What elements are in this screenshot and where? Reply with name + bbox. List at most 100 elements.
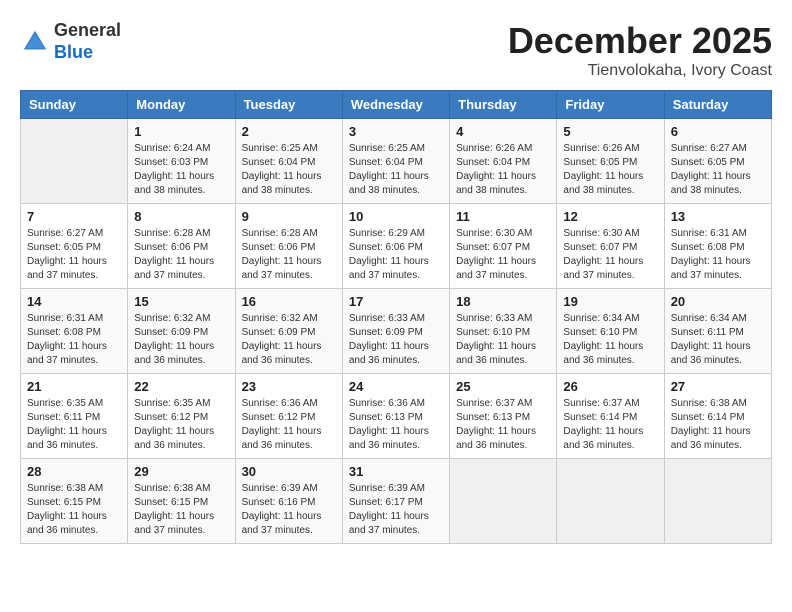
calendar-cell: 8Sunrise: 6:28 AM Sunset: 6:06 PM Daylig… [128, 204, 235, 289]
day-number: 14 [27, 294, 121, 309]
calendar-cell: 5Sunrise: 6:26 AM Sunset: 6:05 PM Daylig… [557, 119, 664, 204]
calendar-cell: 6 Sunrise: 6:27 AM Sunset: 6:05 PM Daylig… [664, 119, 771, 204]
day-number: 25 [456, 379, 550, 394]
calendar-cell: 23 Sunrise: 6:36 AM Sunset: 6:12 PM Dayli… [235, 374, 342, 459]
day-number: 18 [456, 294, 550, 309]
calendar-cell: 24 Sunrise: 6:36 AM Sunset: 6:13 PM Dayli… [342, 374, 449, 459]
day-number: 23 [242, 379, 336, 394]
day-info: Sunrise: 6:31 AM Sunset: 6:08 PM Dayligh… [27, 312, 121, 368]
calendar-cell: 10 Sunrise: 6:29 AM Sunset: 6:06 PM Dayli… [342, 204, 449, 289]
month-title: December 2025 [508, 20, 772, 62]
day-info: Sunrise: 6:24 AM Sunset: 6:03 PM Dayligh… [134, 142, 228, 198]
calendar-cell: 30 Sunrise: 6:39 AM Sunset: 6:16 PM Dayli… [235, 459, 342, 544]
day-info: Sunrise: 6:35 AM Sunset: 6:11 PM Dayligh… [27, 397, 121, 453]
calendar-cell [664, 459, 771, 544]
calendar-cell: 31 Sunrise: 6:39 AM Sunset: 6:17 PM Dayli… [342, 459, 449, 544]
calendar-cell: 1 Sunrise: 6:24 AM Sunset: 6:03 PM Daylig… [128, 119, 235, 204]
day-number: 16 [242, 294, 336, 309]
day-number: 19 [563, 294, 657, 309]
day-info: Sunrise: 6:37 AM Sunset: 6:14 PM Dayligh… [563, 397, 657, 453]
calendar-week-row: 21 Sunrise: 6:35 AM Sunset: 6:11 PM Dayli… [21, 374, 772, 459]
weekday-header-cell: Sunday [21, 91, 128, 119]
location-title: Tienvolokaha, Ivory Coast [508, 62, 772, 80]
day-info: Sunrise: 6:38 AM Sunset: 6:15 PM Dayligh… [27, 482, 121, 538]
day-number: 20 [671, 294, 765, 309]
day-info: Sunrise: 6:33 AM Sunset: 6:09 PM Dayligh… [349, 312, 443, 368]
day-info: Sunrise: 6:30 AM Sunset: 6:07 PM Dayligh… [563, 227, 657, 283]
day-number: 12 [563, 209, 657, 224]
calendar-cell: 21 Sunrise: 6:35 AM Sunset: 6:11 PM Dayli… [21, 374, 128, 459]
day-number: 21 [27, 379, 121, 394]
calendar-cell: 16 Sunrise: 6:32 AM Sunset: 6:09 PM Dayli… [235, 289, 342, 374]
day-number: 11 [456, 209, 550, 224]
day-info: Sunrise: 6:35 AM Sunset: 6:12 PM Dayligh… [134, 397, 228, 453]
day-number: 6 [671, 124, 765, 139]
day-info: Sunrise: 6:39 AM Sunset: 6:17 PM Dayligh… [349, 482, 443, 538]
calendar-cell: 22 Sunrise: 6:35 AM Sunset: 6:12 PM Dayli… [128, 374, 235, 459]
calendar-week-row: 28Sunrise: 6:38 AM Sunset: 6:15 PM Dayli… [21, 459, 772, 544]
calendar-cell: 4Sunrise: 6:26 AM Sunset: 6:04 PM Daylig… [450, 119, 557, 204]
day-number: 31 [349, 464, 443, 479]
day-info: Sunrise: 6:28 AM Sunset: 6:06 PM Dayligh… [134, 227, 228, 283]
day-info: Sunrise: 6:38 AM Sunset: 6:14 PM Dayligh… [671, 397, 765, 453]
day-number: 1 [134, 124, 228, 139]
day-number: 5 [563, 124, 657, 139]
calendar-cell: 18 Sunrise: 6:33 AM Sunset: 6:10 PM Dayli… [450, 289, 557, 374]
day-info: Sunrise: 6:25 AM Sunset: 6:04 PM Dayligh… [242, 142, 336, 198]
day-number: 26 [563, 379, 657, 394]
day-number: 9 [242, 209, 336, 224]
calendar-cell: 2 Sunrise: 6:25 AM Sunset: 6:04 PM Daylig… [235, 119, 342, 204]
day-number: 24 [349, 379, 443, 394]
logo-blue-text: Blue [54, 42, 93, 62]
day-info: Sunrise: 6:33 AM Sunset: 6:10 PM Dayligh… [456, 312, 550, 368]
day-info: Sunrise: 6:29 AM Sunset: 6:06 PM Dayligh… [349, 227, 443, 283]
calendar-table: SundayMondayTuesdayWednesdayThursdayFrid… [20, 90, 772, 544]
calendar-cell: 12 Sunrise: 6:30 AM Sunset: 6:07 PM Dayli… [557, 204, 664, 289]
day-info: Sunrise: 6:27 AM Sunset: 6:05 PM Dayligh… [27, 227, 121, 283]
day-info: Sunrise: 6:25 AM Sunset: 6:04 PM Dayligh… [349, 142, 443, 198]
calendar-cell: 29Sunrise: 6:38 AM Sunset: 6:15 PM Dayli… [128, 459, 235, 544]
day-info: Sunrise: 6:30 AM Sunset: 6:07 PM Dayligh… [456, 227, 550, 283]
calendar-cell: 3 Sunrise: 6:25 AM Sunset: 6:04 PM Daylig… [342, 119, 449, 204]
calendar-cell: 7 Sunrise: 6:27 AM Sunset: 6:05 PM Daylig… [21, 204, 128, 289]
day-info: Sunrise: 6:38 AM Sunset: 6:15 PM Dayligh… [134, 482, 228, 538]
weekday-header-cell: Tuesday [235, 91, 342, 119]
logo-icon [20, 27, 50, 57]
calendar-cell: 20 Sunrise: 6:34 AM Sunset: 6:11 PM Dayli… [664, 289, 771, 374]
day-info: Sunrise: 6:34 AM Sunset: 6:11 PM Dayligh… [671, 312, 765, 368]
calendar-body: 1 Sunrise: 6:24 AM Sunset: 6:03 PM Daylig… [21, 119, 772, 544]
day-number: 10 [349, 209, 443, 224]
day-info: Sunrise: 6:31 AM Sunset: 6:08 PM Dayligh… [671, 227, 765, 283]
day-number: 22 [134, 379, 228, 394]
day-info: Sunrise: 6:27 AM Sunset: 6:05 PM Dayligh… [671, 142, 765, 198]
calendar-cell [557, 459, 664, 544]
page-header: General Blue December 2025 Tienvolokaha,… [20, 20, 772, 80]
logo-general-text: General [54, 20, 121, 40]
day-info: Sunrise: 6:28 AM Sunset: 6:06 PM Dayligh… [242, 227, 336, 283]
calendar-cell: 28Sunrise: 6:38 AM Sunset: 6:15 PM Dayli… [21, 459, 128, 544]
calendar-cell: 9 Sunrise: 6:28 AM Sunset: 6:06 PM Daylig… [235, 204, 342, 289]
day-info: Sunrise: 6:32 AM Sunset: 6:09 PM Dayligh… [134, 312, 228, 368]
day-info: Sunrise: 6:34 AM Sunset: 6:10 PM Dayligh… [563, 312, 657, 368]
day-info: Sunrise: 6:36 AM Sunset: 6:13 PM Dayligh… [349, 397, 443, 453]
calendar-week-row: 7 Sunrise: 6:27 AM Sunset: 6:05 PM Daylig… [21, 204, 772, 289]
weekday-header-cell: Wednesday [342, 91, 449, 119]
day-info: Sunrise: 6:32 AM Sunset: 6:09 PM Dayligh… [242, 312, 336, 368]
weekday-header-cell: Monday [128, 91, 235, 119]
day-number: 30 [242, 464, 336, 479]
day-info: Sunrise: 6:39 AM Sunset: 6:16 PM Dayligh… [242, 482, 336, 538]
calendar-cell: 11 Sunrise: 6:30 AM Sunset: 6:07 PM Dayli… [450, 204, 557, 289]
calendar-week-row: 14 Sunrise: 6:31 AM Sunset: 6:08 PM Dayli… [21, 289, 772, 374]
weekday-header-row: SundayMondayTuesdayWednesdayThursdayFrid… [21, 91, 772, 119]
day-number: 15 [134, 294, 228, 309]
calendar-week-row: 1 Sunrise: 6:24 AM Sunset: 6:03 PM Daylig… [21, 119, 772, 204]
day-info: Sunrise: 6:36 AM Sunset: 6:12 PM Dayligh… [242, 397, 336, 453]
day-number: 2 [242, 124, 336, 139]
calendar-cell: 14 Sunrise: 6:31 AM Sunset: 6:08 PM Dayli… [21, 289, 128, 374]
day-number: 3 [349, 124, 443, 139]
weekday-header-cell: Saturday [664, 91, 771, 119]
calendar-cell [21, 119, 128, 204]
weekday-header-cell: Thursday [450, 91, 557, 119]
title-section: December 2025 Tienvolokaha, Ivory Coast [508, 20, 772, 80]
day-number: 7 [27, 209, 121, 224]
